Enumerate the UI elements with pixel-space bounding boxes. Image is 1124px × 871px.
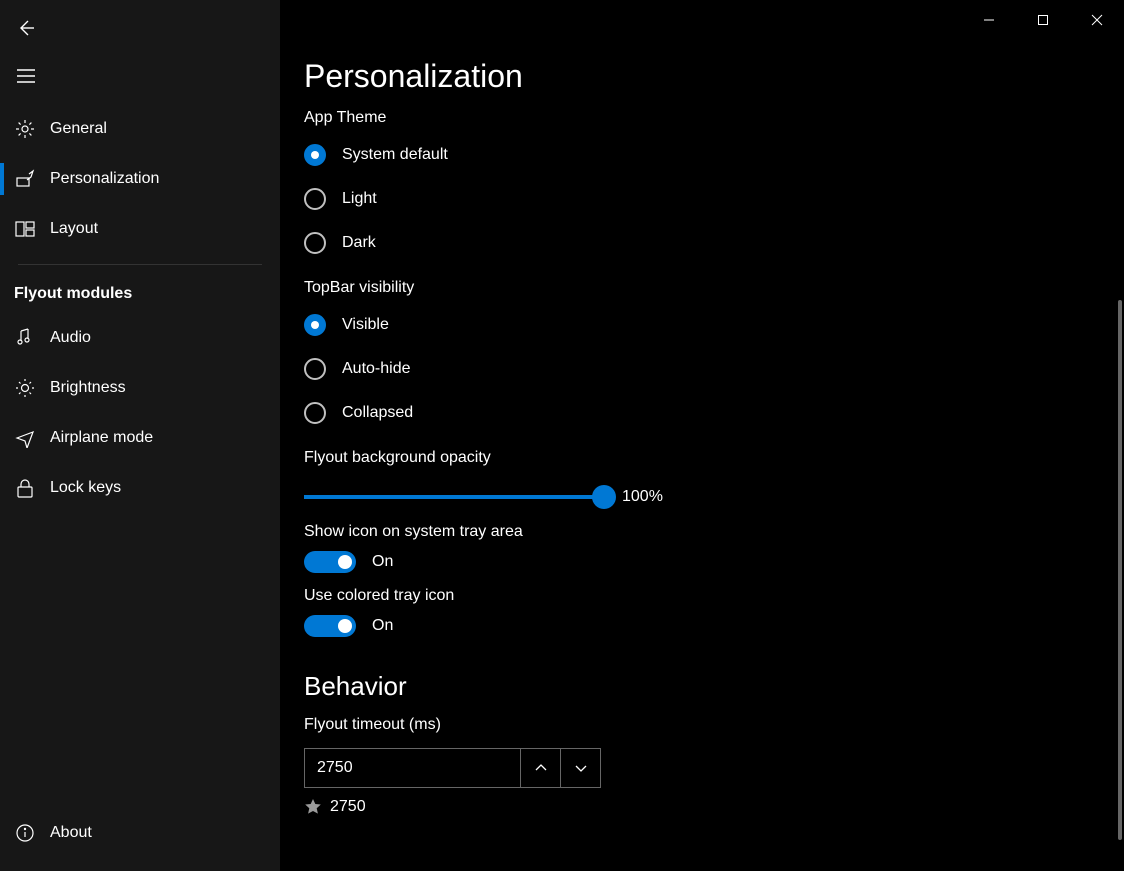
opacity-slider[interactable] — [304, 485, 604, 509]
vertical-scrollbar[interactable] — [1118, 300, 1122, 840]
radio-indicator — [304, 144, 326, 166]
timeout-numberbox — [304, 748, 601, 788]
toggle-state-text: On — [372, 553, 393, 571]
paint-icon — [14, 169, 36, 189]
radio-indicator — [304, 232, 326, 254]
spinner-up-button[interactable] — [520, 749, 560, 787]
maximize-button[interactable] — [1016, 0, 1070, 40]
hamburger-icon — [17, 69, 35, 83]
radio-theme-dark[interactable]: Dark — [304, 221, 1100, 265]
sidebar-item-about[interactable]: About — [0, 811, 280, 861]
opacity-value: 100% — [622, 488, 663, 506]
radio-indicator — [304, 188, 326, 210]
slider-thumb[interactable] — [592, 485, 616, 509]
sidebar-item-label: Lock keys — [50, 479, 121, 497]
colored-tray-toggle[interactable] — [304, 615, 356, 637]
gear-icon — [14, 119, 36, 139]
sidebar-item-label: Audio — [50, 329, 91, 347]
sidebar: General Personalization Layout Flyout mo… — [0, 0, 280, 871]
radio-label: System default — [342, 146, 448, 164]
minimize-button[interactable] — [962, 0, 1016, 40]
hamburger-button[interactable] — [2, 56, 50, 96]
sidebar-item-brightness[interactable]: Brightness — [0, 363, 280, 413]
radio-indicator — [304, 358, 326, 380]
maximize-icon — [1037, 14, 1049, 26]
spinner-down-button[interactable] — [560, 749, 600, 787]
sidebar-item-label: Airplane mode — [50, 429, 153, 447]
radio-topbar-collapsed[interactable]: Collapsed — [304, 391, 1100, 435]
close-icon — [1091, 14, 1103, 26]
tray-icon-label: Show icon on system tray area — [304, 523, 1100, 541]
toggle-knob — [338, 555, 352, 569]
titlebar-buttons — [962, 0, 1124, 40]
close-button[interactable] — [1070, 0, 1124, 40]
airplane-icon — [14, 428, 36, 448]
sidebar-item-airplane[interactable]: Airplane mode — [0, 413, 280, 463]
sidebar-item-label: About — [50, 824, 92, 842]
topbar-visibility-label: TopBar visibility — [304, 279, 1100, 297]
brightness-icon — [14, 378, 36, 398]
chevron-down-icon — [574, 763, 588, 773]
back-arrow-icon — [16, 18, 36, 38]
app-theme-label: App Theme — [304, 109, 1100, 127]
radio-topbar-visible[interactable]: Visible — [304, 303, 1100, 347]
page-title: Personalization — [304, 58, 1100, 95]
sidebar-section-header: Flyout modules — [0, 271, 280, 313]
chevron-up-icon — [534, 763, 548, 773]
back-button[interactable] — [2, 8, 50, 48]
minimize-icon — [983, 14, 995, 26]
radio-label: Light — [342, 190, 377, 208]
sidebar-item-audio[interactable]: Audio — [0, 313, 280, 363]
sidebar-item-label: Brightness — [50, 379, 126, 397]
nav-divider — [18, 264, 262, 265]
sidebar-item-label: Layout — [50, 220, 98, 238]
slider-fill — [304, 495, 604, 499]
timeout-input[interactable] — [305, 749, 520, 787]
sidebar-item-label: Personalization — [50, 170, 159, 188]
radio-label: Visible — [342, 316, 389, 334]
radio-indicator — [304, 314, 326, 336]
sidebar-item-personalization[interactable]: Personalization — [0, 154, 280, 204]
layout-icon — [14, 221, 36, 237]
behavior-heading: Behavior — [304, 671, 1100, 702]
radio-indicator — [304, 402, 326, 424]
toggle-state-text: On — [372, 617, 393, 635]
audio-icon — [14, 328, 36, 348]
radio-theme-light[interactable]: Light — [304, 177, 1100, 221]
radio-label: Dark — [342, 234, 376, 252]
sidebar-item-lockkeys[interactable]: Lock keys — [0, 463, 280, 513]
timeout-default-hint: 2750 — [304, 798, 1100, 816]
colored-tray-label: Use colored tray icon — [304, 587, 1100, 605]
info-icon — [14, 823, 36, 843]
opacity-label: Flyout background opacity — [304, 449, 1100, 467]
timeout-label: Flyout timeout (ms) — [304, 716, 1100, 734]
radio-theme-system-default[interactable]: System default — [304, 133, 1100, 177]
radio-label: Collapsed — [342, 404, 413, 422]
sidebar-item-label: General — [50, 120, 107, 138]
content-area: Personalization App Theme System default… — [280, 0, 1124, 871]
radio-topbar-auto-hide[interactable]: Auto-hide — [304, 347, 1100, 391]
tray-icon-toggle[interactable] — [304, 551, 356, 573]
sidebar-item-layout[interactable]: Layout — [0, 204, 280, 254]
radio-label: Auto-hide — [342, 360, 411, 378]
star-icon — [304, 798, 322, 816]
lock-icon — [14, 478, 36, 498]
timeout-default-value: 2750 — [330, 798, 366, 816]
sidebar-item-general[interactable]: General — [0, 104, 280, 154]
toggle-knob — [338, 619, 352, 633]
